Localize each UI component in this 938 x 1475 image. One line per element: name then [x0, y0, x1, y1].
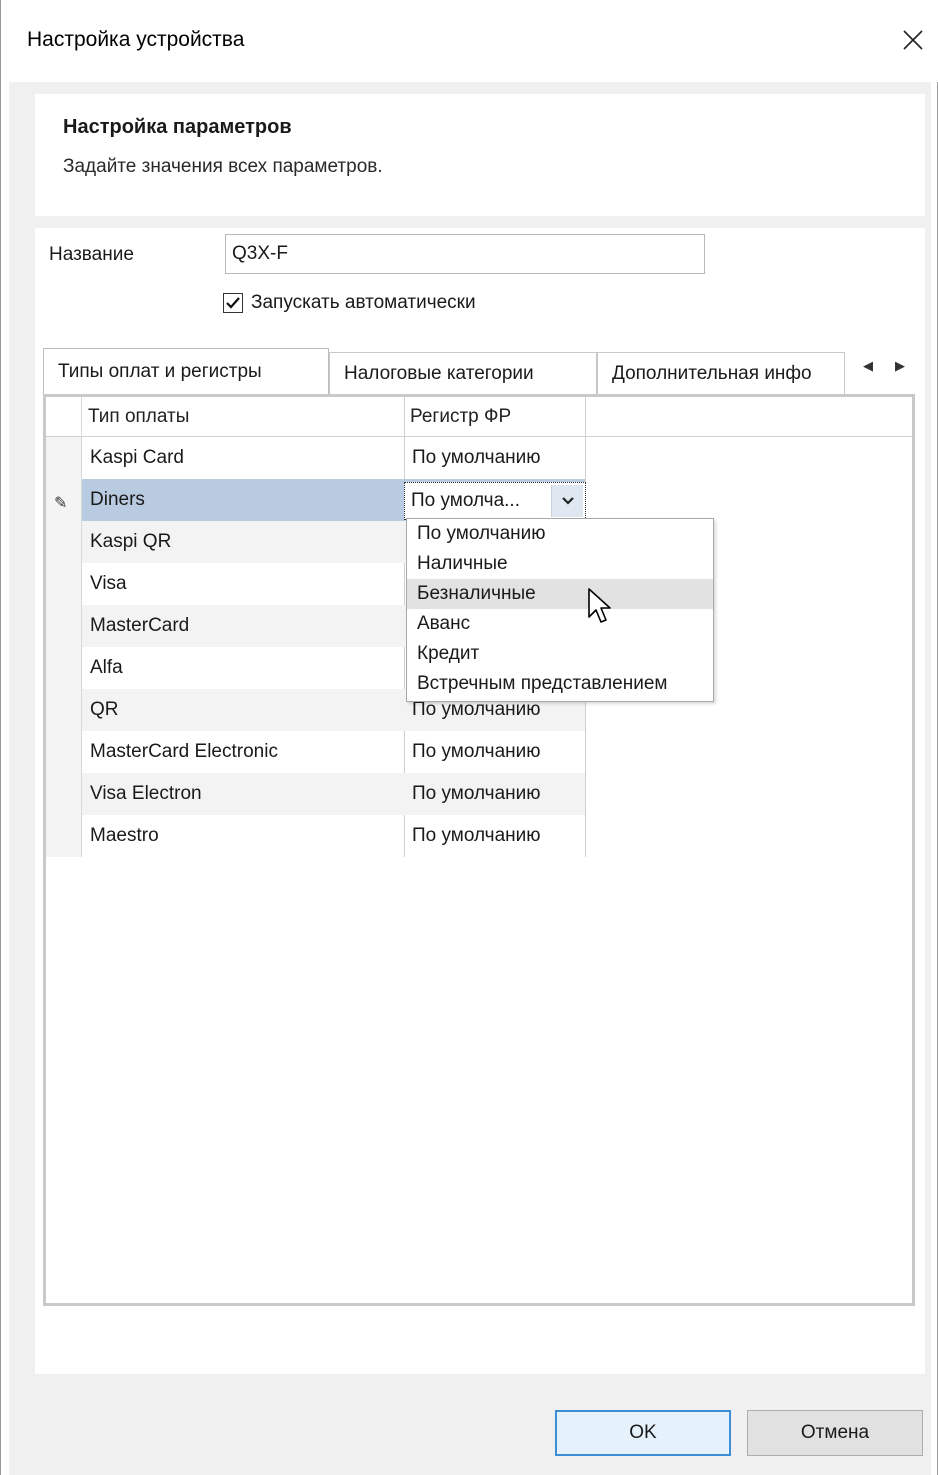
cell-payment-type: Alfa: [90, 657, 123, 678]
chevron-down-icon: [561, 497, 574, 505]
cell-payment-type: QR: [90, 699, 119, 720]
header-subtitle: Задайте значения всех параметров.: [63, 156, 383, 177]
tab-payment-types[interactable]: Типы оплат и регистры: [43, 348, 329, 394]
autostart-checkbox[interactable]: [223, 293, 243, 313]
table-row[interactable]: MasterCard Electronic По умолчанию: [82, 731, 585, 773]
name-input[interactable]: [225, 234, 705, 274]
title-bar: Настройка устройства: [1, 0, 938, 82]
dropdown-option[interactable]: Аванс: [407, 609, 713, 639]
device-settings-dialog: Настройка устройства Настройка параметро…: [0, 0, 938, 1475]
grid-header: Тип оплаты Регистр ФР: [46, 397, 912, 437]
autostart-label: Запускать автоматически: [251, 292, 476, 313]
cancel-button[interactable]: Отмена: [747, 1410, 923, 1456]
register-combo[interactable]: По умолча...: [404, 482, 586, 520]
form-panel: Название Запускать автоматически Типы оп…: [35, 228, 925, 1374]
name-label: Название: [49, 244, 134, 265]
footer-separator: [35, 1374, 925, 1375]
header-title: Настройка параметров: [63, 116, 292, 138]
row-indicator-header: [46, 397, 82, 437]
register-dropdown-list: По умолчанию Наличные Безналичные Аванс …: [406, 518, 714, 702]
arrow-right-icon[interactable]: ▶: [895, 358, 905, 374]
mouse-pointer-icon: [588, 588, 611, 623]
cell-payment-type: Visa Electron: [90, 783, 202, 804]
tab-tax-categories[interactable]: Налоговые категории: [329, 352, 597, 394]
cell-payment-type: Visa: [90, 573, 127, 594]
column-header-payment-type[interactable]: Тип оплаты: [82, 397, 404, 437]
dropdown-option[interactable]: Наличные: [407, 549, 713, 579]
autostart-option[interactable]: Запускать автоматически: [223, 292, 476, 314]
pencil-icon: ✎: [54, 495, 68, 512]
combo-dropdown-button[interactable]: [551, 485, 583, 517]
dropdown-option-highlighted[interactable]: Безналичные: [407, 579, 713, 609]
table-row[interactable]: Maestro По умолчанию: [82, 815, 585, 857]
dialog-body: Настройка параметров Задайте значения вс…: [9, 82, 931, 1475]
checkmark-icon: [226, 297, 240, 309]
cell-register: По умолчанию: [412, 447, 541, 468]
cell-payment-type: Kaspi QR: [90, 531, 172, 552]
dropdown-option[interactable]: Встречным представлением: [407, 669, 713, 699]
arrow-left-icon[interactable]: ◀: [863, 358, 873, 374]
close-icon: [903, 30, 923, 50]
cell-payment-type: Diners: [90, 489, 145, 510]
cell-payment-type: Maestro: [90, 825, 159, 846]
tab-additional-info[interactable]: Дополнительная инфо: [597, 352, 845, 394]
table-row[interactable]: Visa Electron По умолчанию: [82, 773, 585, 815]
cell-register: По умолчанию: [412, 783, 541, 804]
ok-button[interactable]: OK: [555, 1410, 731, 1456]
dropdown-option[interactable]: Кредит: [407, 639, 713, 669]
cell-payment-type: Kaspi Card: [90, 447, 184, 468]
cell-payment-type: MasterCard Electronic: [90, 741, 278, 762]
cell-register: По умолчанию: [412, 825, 541, 846]
column-header-register[interactable]: Регистр ФР: [404, 397, 586, 437]
combo-value: По умолча...: [411, 490, 520, 511]
close-button[interactable]: [887, 14, 938, 66]
tab-strip: Типы оплат и регистры Налоговые категори…: [43, 348, 913, 394]
cell-payment-type: MasterCard: [90, 615, 190, 636]
header-panel: Настройка параметров Задайте значения вс…: [35, 94, 925, 216]
window-title: Настройка устройства: [27, 28, 245, 51]
dropdown-option[interactable]: По умолчанию: [407, 519, 713, 549]
table-row[interactable]: Kaspi Card По умолчанию: [82, 437, 585, 479]
cell-register: По умолчанию: [412, 741, 541, 762]
